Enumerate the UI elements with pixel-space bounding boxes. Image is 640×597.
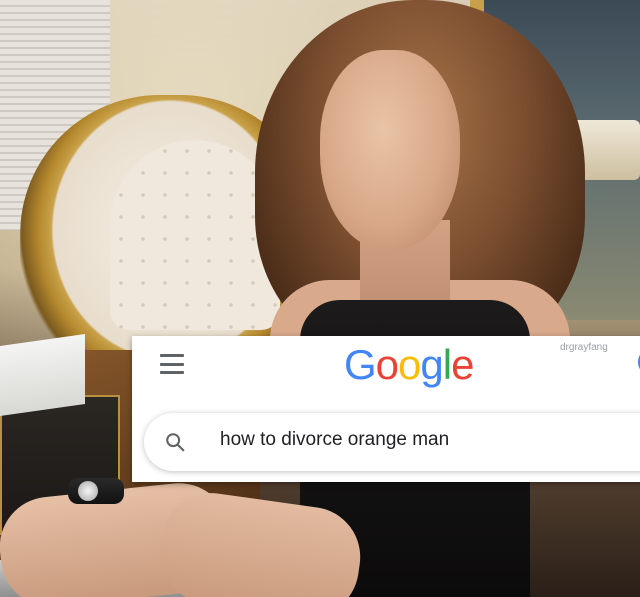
- logo-letter: l: [442, 341, 452, 388]
- watch-face: [78, 481, 98, 501]
- search-bar[interactable]: how to divorce orange man: [144, 413, 640, 471]
- menu-line: [160, 362, 184, 366]
- meme-image: Google drgrayfang how to divorce orange …: [0, 0, 640, 597]
- logo-letter: g: [420, 341, 443, 388]
- watermark-text: drgrayfang: [560, 342, 608, 353]
- logo-letter: e: [451, 341, 474, 388]
- menu-line: [160, 354, 184, 357]
- paper-stack: [0, 334, 85, 416]
- menu-line: [160, 371, 184, 374]
- search-icon[interactable]: [164, 431, 186, 453]
- search-input[interactable]: how to divorce orange man: [220, 429, 449, 451]
- logo-letter: G: [344, 341, 377, 388]
- woman-face: [320, 50, 460, 250]
- logo-letter: o: [398, 341, 421, 388]
- google-logo[interactable]: Google: [344, 340, 474, 390]
- hamburger-menu-icon[interactable]: [160, 354, 184, 374]
- logo-letter: o: [375, 341, 399, 388]
- google-search-panel: Google drgrayfang how to divorce orange …: [132, 336, 640, 482]
